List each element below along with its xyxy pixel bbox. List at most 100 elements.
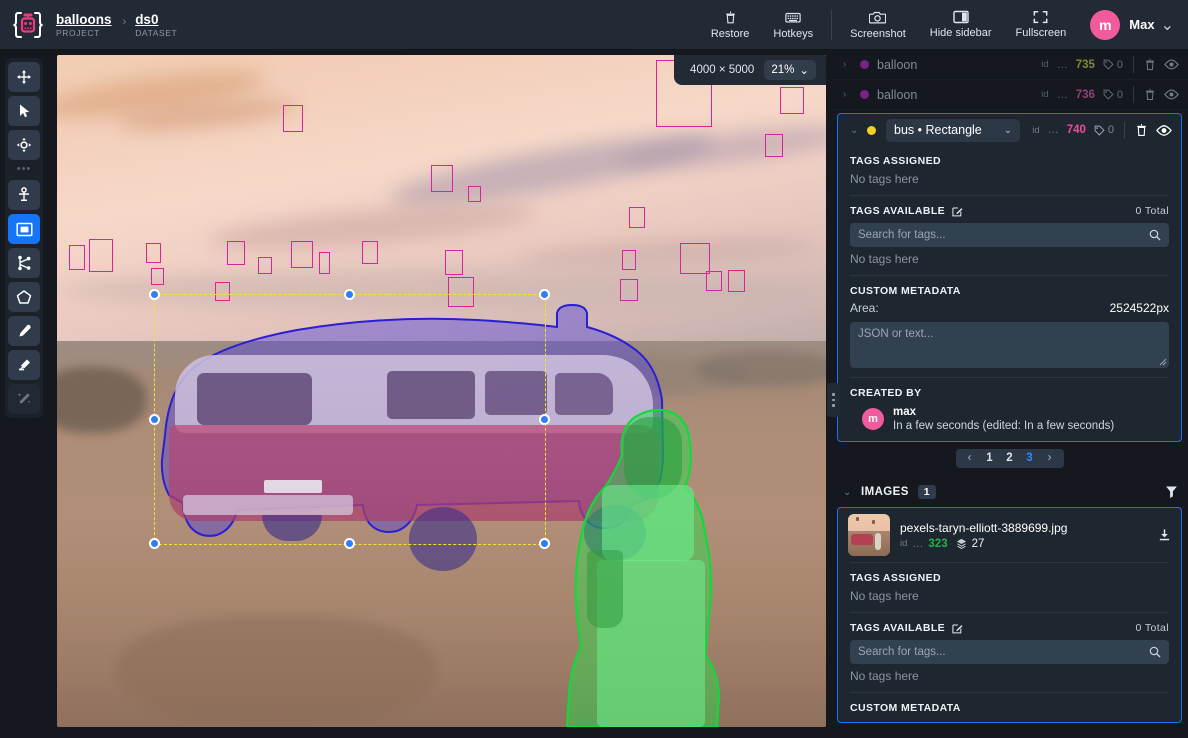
filter-button[interactable] [1165,485,1178,499]
rectangle-tool[interactable] [8,214,40,244]
object-row-balloon-735[interactable]: › balloon id … 735 0 [831,50,1188,80]
bbox-balloon[interactable] [283,105,303,132]
handle-top-left[interactable] [149,289,160,300]
id-label: id [1032,125,1039,136]
bbox-balloon[interactable] [431,165,453,192]
select-tool[interactable] [8,96,40,126]
brush-tool[interactable] [8,316,40,346]
bbox-balloon[interactable] [706,271,722,291]
object-class-select[interactable]: bus • Rectangle ⌄ [886,119,1020,142]
class-color-dot [867,126,876,135]
metadata-json-textarea[interactable]: JSON or text... [850,322,1169,368]
chevron-down-icon[interactable]: ⌄ [1161,15,1174,35]
bbox-balloon[interactable] [151,268,164,285]
bbox-balloon[interactable] [468,186,481,202]
breadcrumb-dataset-name[interactable]: ds0 [135,12,177,27]
handle-bottom-right[interactable] [539,538,550,549]
resize-handle-icon[interactable] [1159,358,1167,366]
user-name[interactable]: Max [1129,17,1154,32]
screenshot-button[interactable]: Screenshot [838,10,918,40]
images-section-header[interactable]: ⌄ IMAGES 1 [831,477,1188,507]
hide-sidebar-button[interactable]: Hide sidebar [918,10,1004,39]
breadcrumb-project-name[interactable]: balloons [56,12,112,27]
bbox-balloon[interactable] [629,207,645,228]
point-tool[interactable] [8,180,40,210]
id-ellipsis: … [1057,89,1068,101]
hotkeys-button[interactable]: Hotkeys [761,10,825,40]
magic-wand-tool[interactable] [8,384,40,414]
image-item[interactable]: pexels-taryn-elliott-3889699.jpg id … 32… [838,508,1181,562]
selected-object-header: ⌄ bus • Rectangle ⌄ id … 740 0 [838,114,1181,146]
bbox-balloon[interactable] [146,243,161,263]
screenshot-label: Screenshot [850,28,906,40]
pagination-next[interactable]: › [1040,449,1060,468]
zoom-level-select[interactable]: 21% ⌄ [764,60,816,80]
creator-avatar: m [862,408,884,430]
toggle-visibility-button[interactable] [1164,89,1179,100]
handle-middle-right[interactable] [539,414,550,425]
trash-icon [1144,88,1156,101]
bbox-balloon[interactable] [258,257,272,274]
bbox-balloon[interactable] [620,279,638,301]
handle-middle-left[interactable] [149,414,160,425]
delete-object-button[interactable] [1135,123,1148,137]
handle-top-center[interactable] [344,289,355,300]
canvas-area: 4000 × 5000 21% ⌄ [48,50,831,738]
expand-chevron-icon[interactable]: › [843,59,852,70]
download-image-button[interactable] [1158,528,1171,542]
avatar[interactable]: m [1090,10,1120,40]
chevron-down-icon: ⌄ [799,63,809,77]
breadcrumb-item-project[interactable]: balloons PROJECT [56,12,112,40]
tags-search-field[interactable] [850,223,1169,247]
edit-tags-button[interactable] [952,206,963,217]
bbox-balloon[interactable] [445,250,463,275]
bbox-balloon[interactable] [780,87,804,114]
object-row-balloon-736[interactable]: › balloon id … 736 0 [831,80,1188,110]
fullscreen-button[interactable]: Fullscreen [1004,10,1079,39]
expand-chevron-icon[interactable]: › [843,89,852,100]
handle-bottom-left[interactable] [149,538,160,549]
breadcrumb-item-dataset[interactable]: ds0 DATASET [135,12,177,40]
bbox-balloon[interactable] [362,241,378,264]
right-sidebar: › balloon id … 735 0 [831,50,1188,738]
pagination-page-1[interactable]: 1 [980,449,1000,468]
bbox-balloon[interactable] [291,241,313,268]
panel-resize-handle[interactable] [827,383,840,417]
toggle-visibility-button[interactable] [1164,59,1179,70]
pan-tool[interactable] [8,62,40,92]
bbox-balloon[interactable] [680,243,710,274]
pagination-prev[interactable]: ‹ [960,449,980,468]
pagination-page-2[interactable]: 2 [1000,449,1020,468]
delete-object-button[interactable] [1144,58,1156,71]
brush-icon [16,323,32,339]
restore-button[interactable]: Restore [699,10,762,40]
image-tags-search-input[interactable] [858,646,1149,658]
bbox-balloon[interactable] [69,245,85,270]
app-logo[interactable] [0,9,56,41]
bbox-balloon[interactable] [622,250,636,270]
image-edit-tags-button[interactable] [952,623,963,634]
bbox-balloon[interactable] [728,270,745,292]
tag-count-value: 0 [1117,89,1123,101]
polygon-tool[interactable] [8,282,40,312]
image-tags-search-field[interactable] [850,640,1169,664]
object-id: 740 [1067,124,1086,136]
toggle-visibility-button[interactable] [1156,125,1172,136]
bbox-balloon[interactable] [227,241,245,265]
bbox-balloon[interactable] [89,239,113,272]
bbox-balloon[interactable] [319,252,330,274]
pagination-page-3[interactable]: 3 [1020,449,1040,468]
delete-object-button[interactable] [1144,88,1156,101]
selection-bounding-box[interactable] [154,294,546,545]
bbox-balloon[interactable] [765,134,783,157]
eraser-tool[interactable] [8,350,40,380]
collapse-chevron-icon[interactable]: ⌄ [843,487,852,498]
image-canvas[interactable]: 4000 × 5000 21% ⌄ [57,55,826,727]
polyline-tool[interactable] [8,248,40,278]
tags-search-input[interactable] [858,229,1149,241]
collapse-chevron-icon[interactable]: ⌄ [850,125,859,136]
transform-tool[interactable] [8,130,40,160]
handle-bottom-center[interactable] [344,538,355,549]
handle-top-right[interactable] [539,289,550,300]
tag-icon [1094,125,1105,136]
